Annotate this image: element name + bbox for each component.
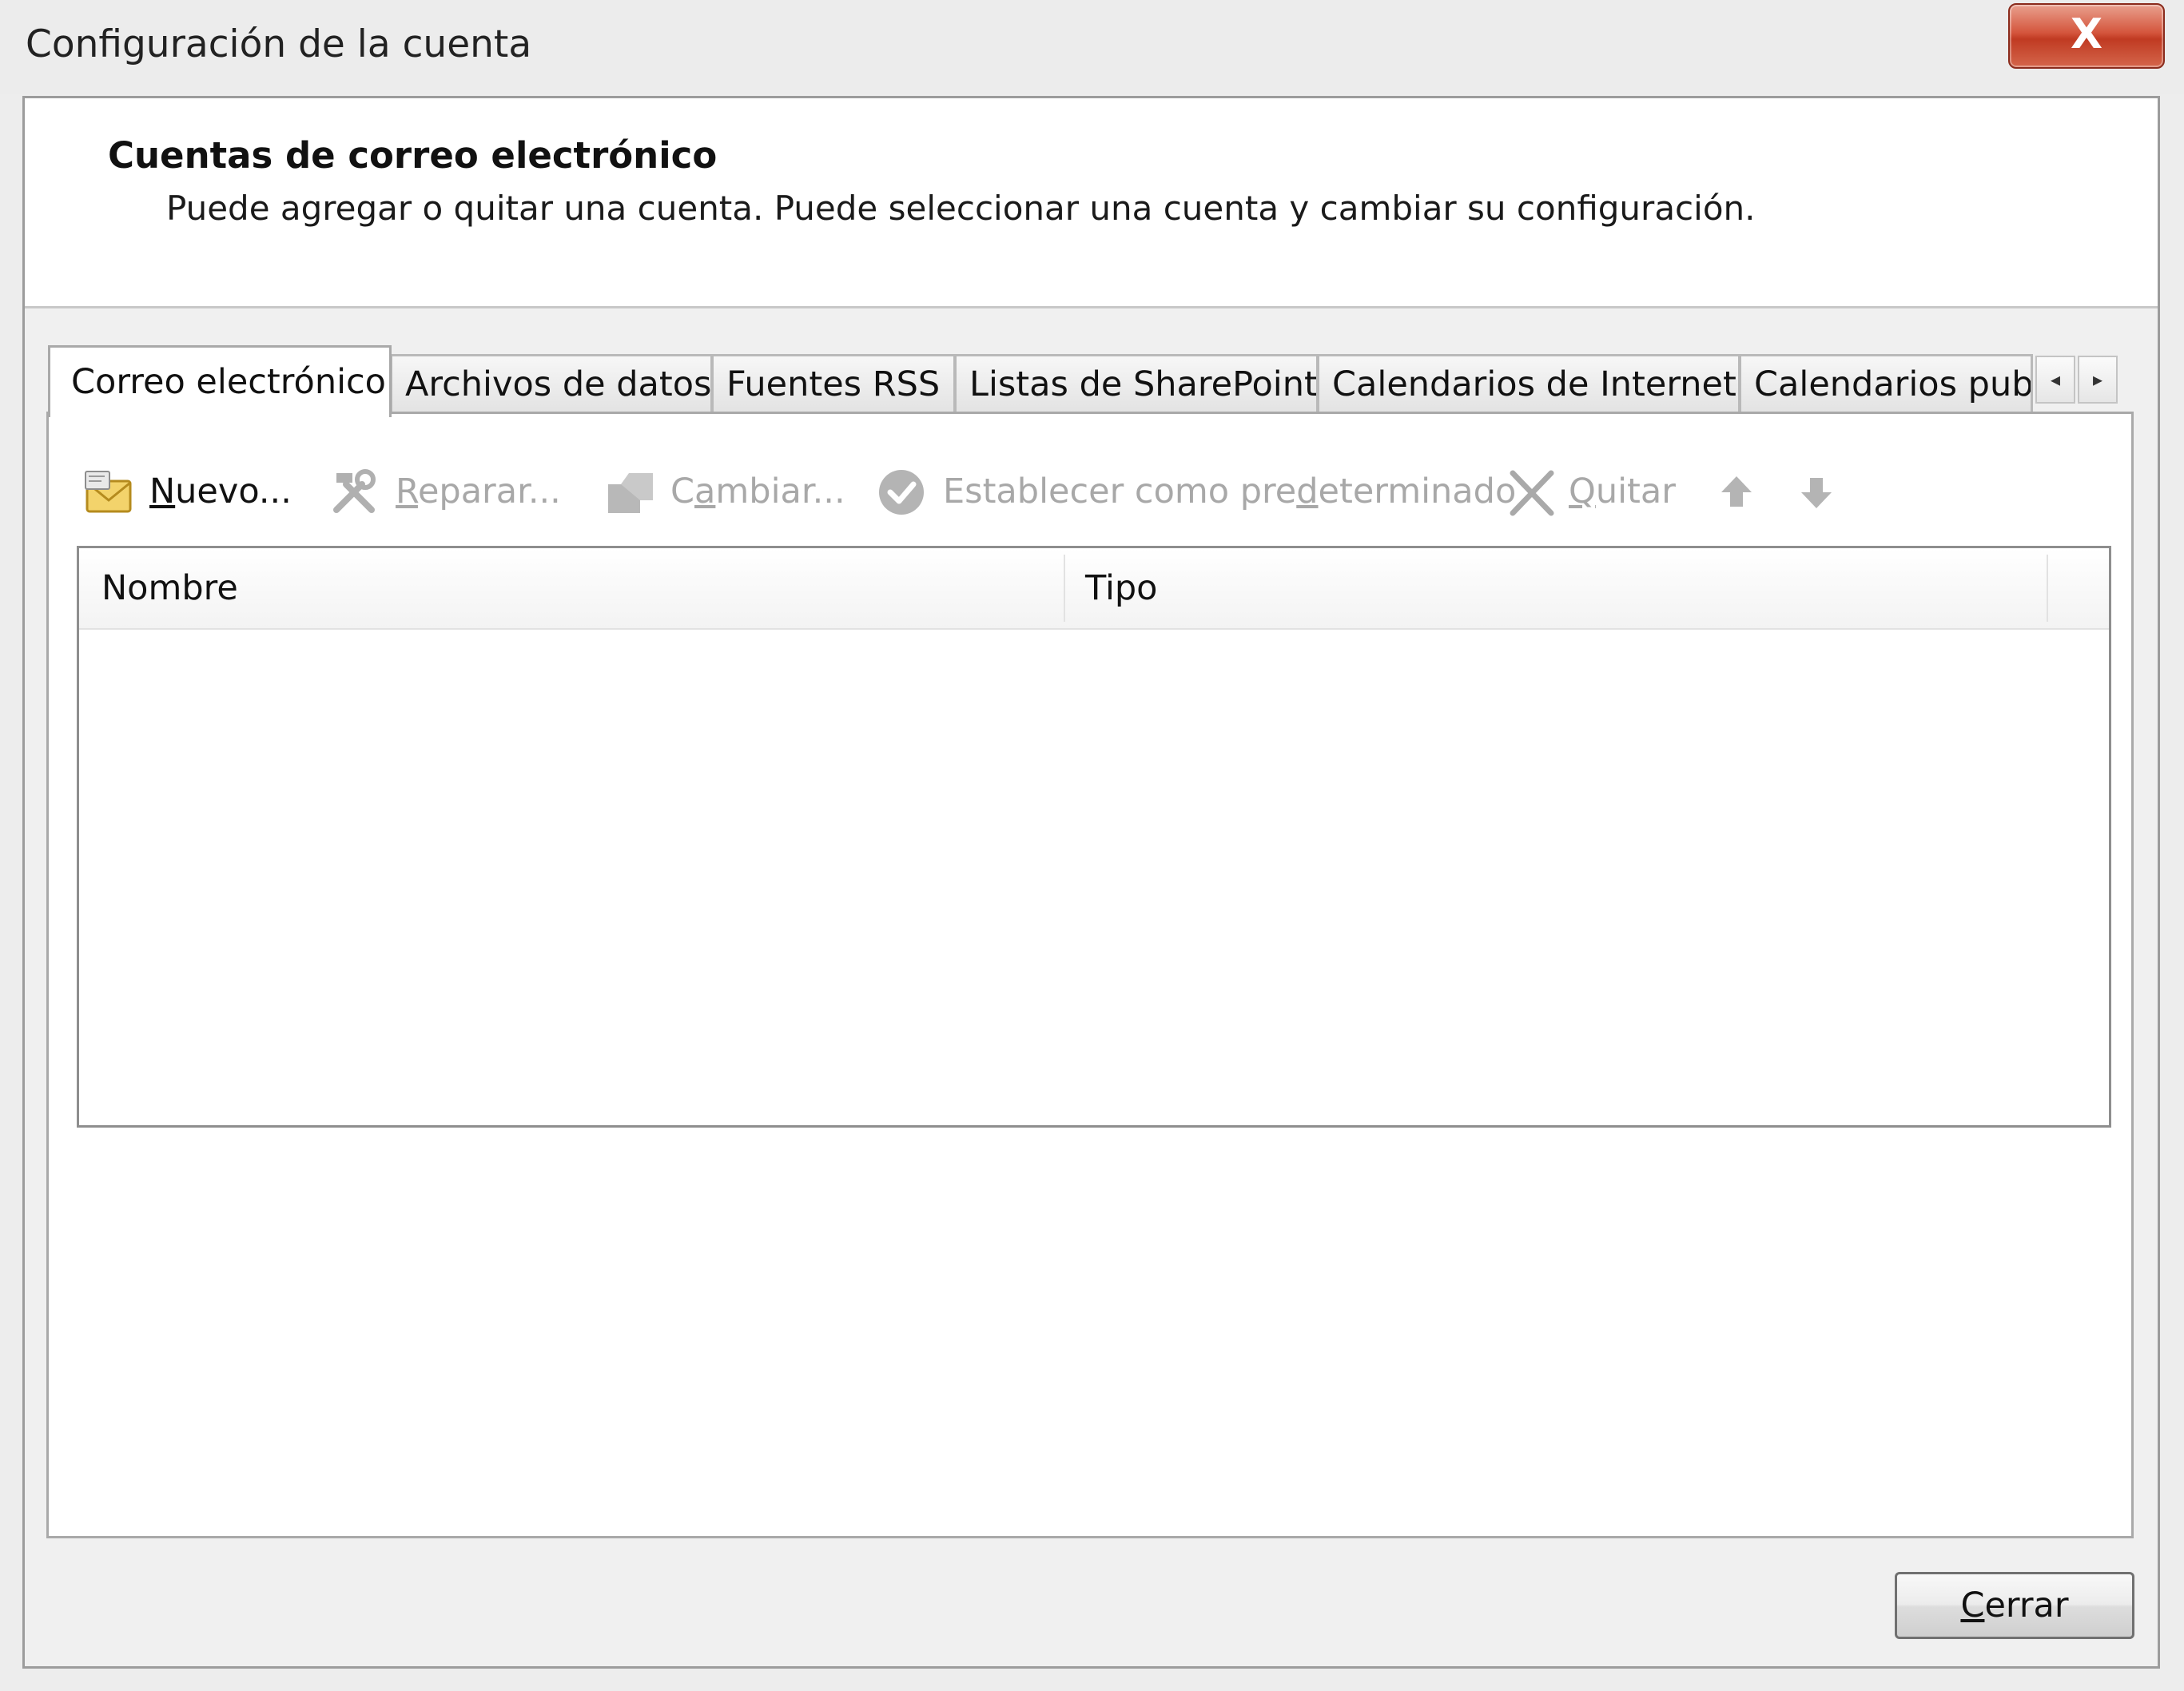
tab-label: Fuentes RSS <box>726 364 941 404</box>
new-account-label: Nuevo... <box>149 471 292 511</box>
column-divider[interactable] <box>2047 555 2048 622</box>
tab-archivos-de-datos[interactable]: Archivos de datos <box>390 354 713 412</box>
remove-label: Quitar <box>1569 471 1676 511</box>
header-description: Puede agregar o quitar una cuenta. Puede… <box>166 189 1756 228</box>
repair-tools-icon <box>330 464 381 519</box>
change-icon <box>605 464 656 519</box>
tab-fuentes-rss[interactable]: Fuentes RSS <box>711 354 956 412</box>
column-header-tipo[interactable]: Tipo <box>1085 548 1158 628</box>
move-up-button[interactable] <box>1717 464 1756 519</box>
new-account-button[interactable]: Nuevo... <box>84 464 300 519</box>
chevron-right-icon: ▸ <box>2092 368 2103 391</box>
move-down-button[interactable] <box>1796 464 1836 519</box>
chevron-left-icon: ◂ <box>2050 368 2061 391</box>
repair-label: Reparar... <box>396 471 561 511</box>
tab-label: Calendarios publi <box>1754 364 2033 404</box>
window-close-button[interactable]: X <box>2008 3 2165 69</box>
tab-calendarios-publicados[interactable]: Calendarios publi <box>1739 354 2033 412</box>
accounts-list[interactable]: Nombre Tipo <box>77 546 2111 1128</box>
window-title: Configuración de la cuenta <box>26 22 532 66</box>
tab-label: Correo electrónico <box>71 362 386 402</box>
check-circle-icon <box>877 464 929 519</box>
set-default-button[interactable]: Establecer como predeterminado <box>877 464 1516 519</box>
repair-button[interactable]: Reparar... <box>330 464 570 519</box>
title-bar: Configuración de la cuenta <box>0 0 2184 94</box>
column-header-nombre[interactable]: Nombre <box>101 548 238 628</box>
change-button[interactable]: Cambiar... <box>605 464 845 519</box>
set-default-label: Establecer como predeterminado <box>943 471 1517 511</box>
new-account-envelope-icon <box>84 464 135 519</box>
arrow-up-icon <box>1717 464 1756 519</box>
close-icon: X <box>2070 10 2103 58</box>
tab-listas-de-sharepoint[interactable]: Listas de SharePoint <box>954 354 1319 412</box>
column-divider[interactable] <box>1064 555 1065 622</box>
list-header: Nombre Tipo <box>79 548 2109 630</box>
close-dialog-label: Cerrar <box>1960 1586 2069 1625</box>
tab-scroll-left-button[interactable]: ◂ <box>2035 356 2075 404</box>
change-label: Cambiar... <box>670 471 845 511</box>
close-dialog-button[interactable]: Cerrar <box>1895 1572 2134 1639</box>
remove-button[interactable]: Quitar <box>1508 464 1676 519</box>
tab-scroll-right-button[interactable]: ▸ <box>2078 356 2118 404</box>
tab-label: Archivos de datos <box>405 364 712 404</box>
arrow-down-icon <box>1796 464 1836 519</box>
x-remove-icon <box>1508 464 1559 519</box>
tab-label: Calendarios de Internet <box>1332 364 1736 404</box>
tab-calendarios-de-internet[interactable]: Calendarios de Internet <box>1317 354 1740 412</box>
header-title: Cuentas de correo electrónico <box>108 134 718 177</box>
tab-correo-electronico[interactable]: Correo electrónico <box>48 345 392 417</box>
tab-label: Listas de SharePoint <box>969 364 1318 404</box>
